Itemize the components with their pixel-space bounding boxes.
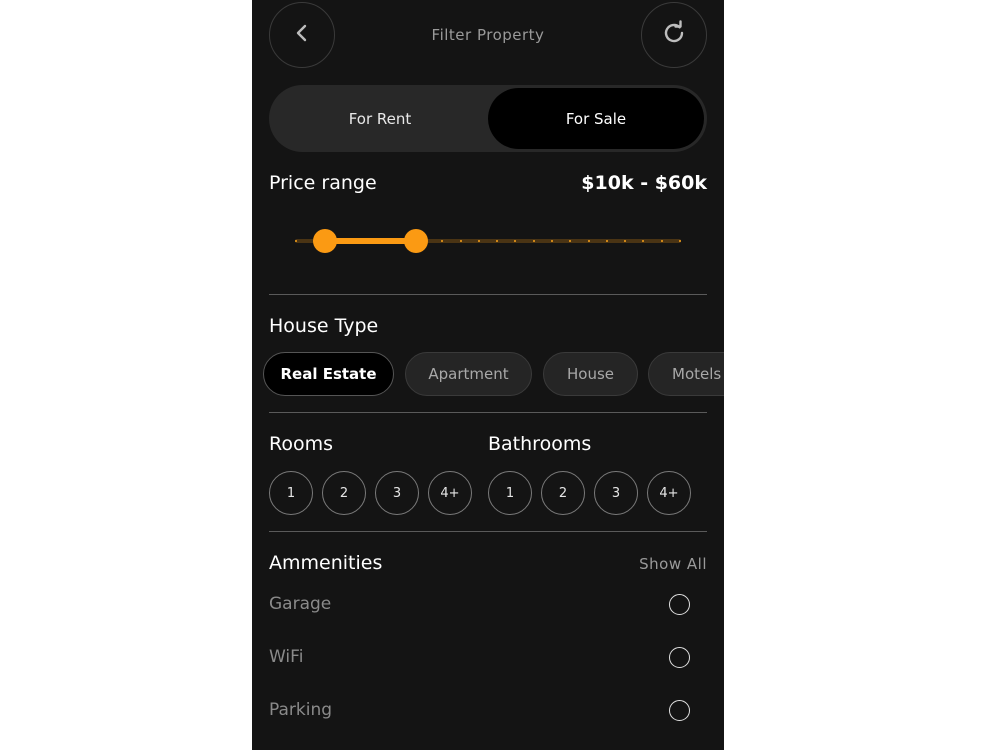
bathrooms-option-4plus[interactable]: 4+ (647, 471, 691, 515)
slider-tick (661, 240, 663, 242)
show-all-link[interactable]: Show All (639, 555, 707, 573)
house-type-label: House Type (269, 315, 379, 337)
amenity-garage-radio[interactable] (669, 594, 690, 615)
amenity-parking-label: Parking (269, 700, 333, 720)
price-range-label: Price range (269, 172, 377, 194)
amenity-wifi-radio[interactable] (669, 647, 690, 668)
slider-tick (460, 240, 462, 242)
amenity-parking-radio[interactable] (669, 700, 690, 721)
refresh-icon (661, 20, 687, 50)
amenity-garage-label: Garage (269, 594, 332, 614)
slider-tick (295, 240, 297, 242)
bathrooms-option-3[interactable]: 3 (594, 471, 638, 515)
slider-tick (624, 240, 626, 242)
slider-tick (588, 240, 590, 242)
chip-apartment[interactable]: Apartment (405, 352, 532, 396)
slider-tick (642, 240, 644, 242)
bathrooms-label: Bathrooms (488, 433, 592, 455)
price-range-slider[interactable] (295, 228, 681, 254)
rooms-label: Rooms (269, 433, 334, 455)
slider-tick (496, 240, 498, 242)
section-divider (269, 412, 707, 413)
for-rent-option[interactable]: For Rent (272, 88, 488, 149)
slider-tick (569, 240, 571, 242)
slider-tick (533, 240, 535, 242)
slider-tick (679, 240, 681, 242)
rooms-option-2[interactable]: 2 (322, 471, 366, 515)
listing-type-toggle: For Rent For Sale (269, 85, 707, 152)
rooms-option-3[interactable]: 3 (375, 471, 419, 515)
bathrooms-option-1[interactable]: 1 (488, 471, 532, 515)
slider-tick (551, 240, 553, 242)
slider-tick (478, 240, 480, 242)
bathrooms-option-2[interactable]: 2 (541, 471, 585, 515)
slider-max-handle[interactable] (403, 229, 428, 253)
slider-selected-range (325, 238, 416, 244)
slider-min-handle[interactable] (313, 229, 338, 253)
rooms-option-1[interactable]: 1 (269, 471, 313, 515)
price-range-value: $10k - $60k (581, 172, 707, 194)
chip-motels[interactable]: Motels (648, 352, 724, 396)
for-sale-option[interactable]: For Sale (488, 88, 704, 149)
rooms-option-4plus[interactable]: 4+ (428, 471, 472, 515)
chip-house[interactable]: House (543, 352, 638, 396)
slider-tick (441, 240, 443, 242)
filter-screen: Filter Property For Rent For Sale Price … (252, 0, 724, 750)
section-divider (269, 531, 707, 532)
amenities-label: Ammenities (269, 552, 383, 574)
slider-tick (606, 240, 608, 242)
amenity-wifi-label: WiFi (269, 647, 304, 667)
section-divider (269, 294, 707, 295)
slider-tick (514, 240, 516, 242)
refresh-button[interactable] (641, 2, 707, 68)
chip-real-estate[interactable]: Real Estate (263, 352, 394, 396)
